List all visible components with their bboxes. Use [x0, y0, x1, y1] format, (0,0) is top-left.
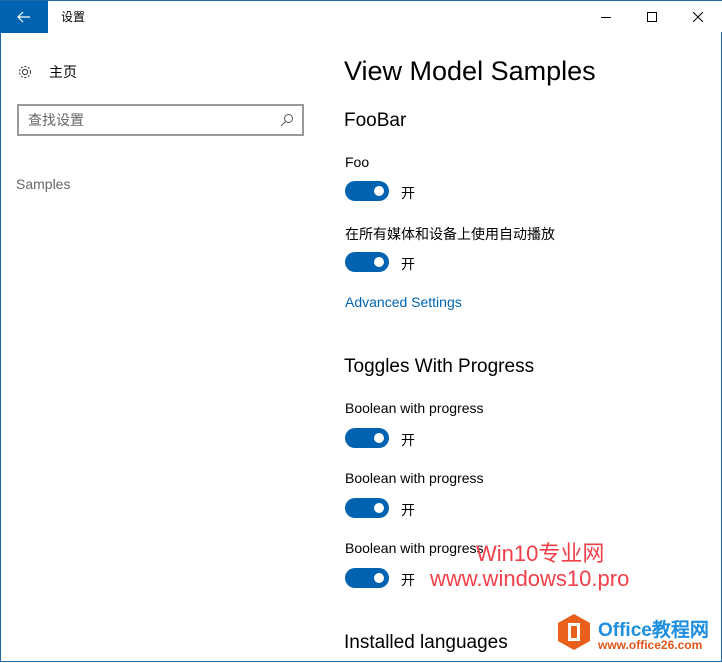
toggle-state: 开 — [401, 256, 415, 272]
window-frame — [0, 0, 722, 662]
logo-url: www.office26.com — [598, 638, 703, 652]
search-box[interactable] — [17, 104, 304, 136]
toggle-knob — [374, 433, 384, 443]
close-icon — [693, 12, 703, 22]
toggle-knob — [374, 186, 384, 196]
toggle-knob — [374, 257, 384, 267]
minimize-button[interactable] — [583, 1, 629, 33]
page-title: View Model Samples — [344, 56, 596, 86]
search-icon[interactable] — [280, 113, 294, 127]
title-bar: 设置 — [0, 0, 722, 33]
toggle-state: 开 — [401, 432, 415, 448]
toggle-progress-3[interactable] — [345, 568, 389, 588]
back-button[interactable] — [0, 1, 48, 33]
toggle-autoplay[interactable] — [345, 252, 389, 272]
toggle-foo[interactable] — [345, 181, 389, 201]
watermark-url: www.windows10.pro — [430, 566, 630, 591]
advanced-settings-link[interactable]: Advanced Settings — [345, 294, 462, 310]
toggle-state: 开 — [401, 502, 415, 518]
window-title: 设置 — [61, 10, 86, 24]
maximize-button[interactable] — [629, 1, 675, 33]
gear-icon — [19, 66, 31, 78]
section-title-toggles-progress: Toggles With Progress — [344, 356, 535, 377]
toggle-label-progress-3: Boolean with progress — [345, 540, 484, 556]
toggle-label-progress-2: Boolean with progress — [345, 470, 484, 486]
toggle-label-progress-1: Boolean with progress — [345, 400, 484, 416]
toggle-knob — [374, 573, 384, 583]
toggle-state: 开 — [401, 185, 415, 201]
section-title-installed-languages: Installed languages — [344, 632, 508, 653]
arrow-left-icon — [17, 11, 30, 23]
toggle-progress-1[interactable] — [345, 428, 389, 448]
toggle-label-autoplay: 在所有媒体和设备上使用自动播放 — [345, 226, 555, 242]
toggle-progress-2[interactable] — [345, 498, 389, 518]
watermark-text: Win10专业网 — [476, 541, 605, 566]
close-button[interactable] — [675, 1, 721, 33]
toggle-knob — [374, 503, 384, 513]
section-title-foobar: FooBar — [344, 110, 407, 131]
maximize-icon — [647, 12, 657, 22]
toggle-state: 开 — [401, 572, 415, 588]
home-label: 主页 — [49, 64, 77, 80]
sidebar-item-samples[interactable]: Samples — [16, 176, 70, 192]
sidebar-home[interactable]: 主页 — [17, 62, 77, 82]
toggle-label-foo: Foo — [345, 154, 370, 170]
office-logo-icon — [558, 614, 590, 650]
minimize-icon — [601, 17, 611, 18]
search-input[interactable] — [19, 106, 268, 134]
